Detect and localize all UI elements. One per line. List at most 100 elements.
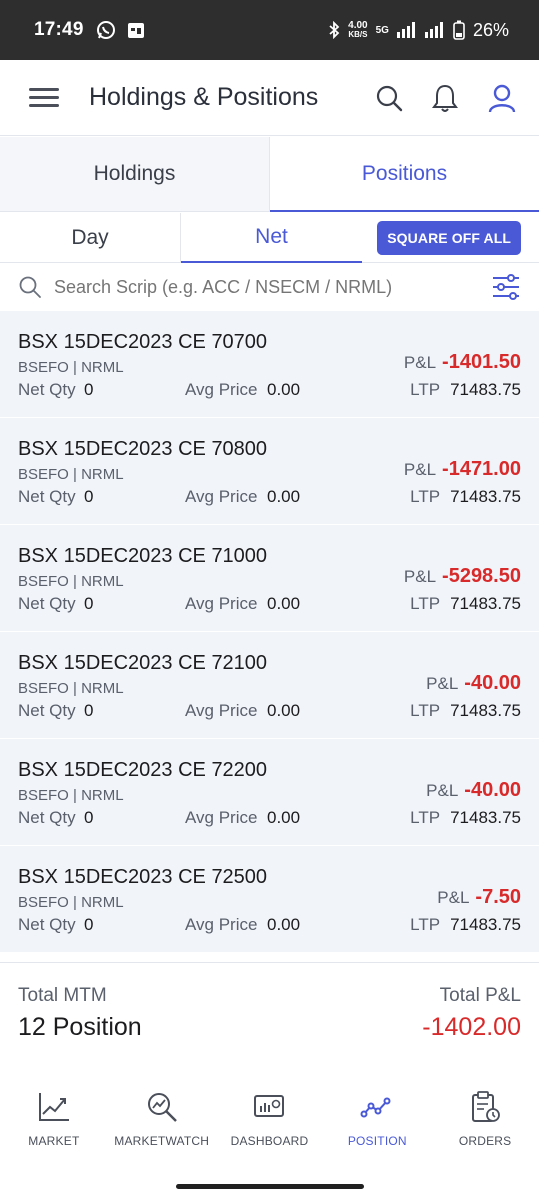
ltp-value: 71483.75 xyxy=(450,701,521,720)
ltp-value: 71483.75 xyxy=(450,915,521,934)
position-row[interactable]: BSX 15DEC2023 CE 72200 BSEFO | NRML Net … xyxy=(0,739,539,846)
search-icon[interactable] xyxy=(375,84,403,112)
net-qty-value: 0 xyxy=(84,594,94,613)
position-row[interactable]: BSX 15DEC2023 CE 70700 BSEFO | NRML Net … xyxy=(0,311,539,418)
status-time: 17:49 xyxy=(34,19,84,40)
ltp-value: 71483.75 xyxy=(450,594,521,613)
scrip-name: BSX 15DEC2023 CE 70800 xyxy=(18,438,268,460)
status-bar: 17:49 4.00 KB/S 5G 26% xyxy=(0,0,539,60)
ltp-label: LTP xyxy=(410,380,441,399)
calendar-icon xyxy=(127,23,144,38)
user-profile-icon[interactable] xyxy=(487,83,517,113)
pnl-label: P&L xyxy=(437,888,470,907)
exchange-product: BSEFO | NRML xyxy=(18,573,124,590)
bell-icon[interactable] xyxy=(431,83,459,113)
magnifier-chart-icon xyxy=(147,1093,177,1122)
pnl-label: P&L xyxy=(426,781,459,800)
avg-price-label: Avg Price xyxy=(185,915,258,934)
tab-positions[interactable]: Positions xyxy=(270,137,539,212)
total-mtm-label: Total MTM xyxy=(18,985,107,1006)
pnl-value: -1471.00 xyxy=(442,458,521,480)
nav-position-label: POSITION xyxy=(347,1134,407,1148)
whatsapp-icon xyxy=(96,21,115,39)
ltp-label: LTP xyxy=(410,594,441,613)
pnl-value: -40.00 xyxy=(464,672,521,694)
tab-holdings[interactable]: Holdings xyxy=(0,137,270,212)
bottom-navigation: MARKET MARKETWATCH DASHBOARD POSITION OR… xyxy=(0,1078,539,1178)
total-mtm-value: 12 Position xyxy=(18,1013,142,1041)
nav-orders[interactable]: ORDERS xyxy=(431,1078,539,1178)
positions-list: BSX 15DEC2023 CE 70700 BSEFO | NRML Net … xyxy=(0,311,539,953)
avg-price-value: 0.00 xyxy=(267,915,301,934)
pnl-label: P&L xyxy=(403,567,437,586)
avg-price-label: Avg Price xyxy=(185,487,258,506)
gesture-bar[interactable] xyxy=(176,1184,364,1189)
subtab-net[interactable]: Net xyxy=(181,213,362,263)
avg-price-value: 0.00 xyxy=(267,808,301,827)
ltp-label: LTP xyxy=(410,701,441,720)
network-type: 5G xyxy=(375,24,389,36)
filter-sliders-icon[interactable] xyxy=(491,273,521,301)
net-qty-value: 0 xyxy=(84,487,94,506)
nav-marketwatch[interactable]: MARKETWATCH xyxy=(108,1078,216,1178)
pnl-value: -40.00 xyxy=(464,779,521,801)
signal-icon xyxy=(396,22,415,38)
bluetooth-icon xyxy=(329,21,340,39)
avg-price-value: 0.00 xyxy=(267,380,301,399)
nav-market[interactable]: MARKET xyxy=(0,1078,108,1178)
position-row[interactable]: BSX 15DEC2023 CE 71000 BSEFO | NRML Net … xyxy=(0,525,539,632)
nav-market-label: MARKET xyxy=(28,1134,80,1148)
trend-chart-icon xyxy=(38,1093,69,1121)
net-qty-label: Net Qty xyxy=(18,594,76,613)
avg-price-label: Avg Price xyxy=(185,380,258,399)
net-qty-label: Net Qty xyxy=(18,487,76,506)
scrip-name: BSX 15DEC2023 CE 70700 xyxy=(18,331,268,353)
search-bar xyxy=(0,264,539,310)
total-pnl-value: -1402.00 xyxy=(422,1013,521,1041)
avg-price-value: 0.00 xyxy=(267,594,301,613)
scrip-name: BSX 15DEC2023 CE 72500 xyxy=(18,866,268,888)
net-qty-label: Net Qty xyxy=(18,701,76,720)
exchange-product: BSEFO | NRML xyxy=(18,680,124,697)
app-header: Holdings & Positions xyxy=(0,60,539,136)
positions-summary: Total MTM 12 Position Total P&L -1402.00 xyxy=(0,962,539,1058)
signal-icon-2 xyxy=(424,22,443,38)
total-pnl-label: Total P&L xyxy=(439,985,521,1006)
nav-dashboard-label: DASHBOARD xyxy=(230,1134,309,1148)
nav-dashboard[interactable]: DASHBOARD xyxy=(216,1078,324,1178)
page-title: Holdings & Positions xyxy=(89,83,319,111)
ltp-value: 71483.75 xyxy=(450,808,521,827)
scrip-name: BSX 15DEC2023 CE 72100 xyxy=(18,652,268,674)
main-tabs: Holdings Positions xyxy=(0,137,539,212)
avg-price-value: 0.00 xyxy=(267,701,301,720)
net-qty-value: 0 xyxy=(84,380,94,399)
avg-price-label: Avg Price xyxy=(185,594,258,613)
hamburger-menu-icon[interactable] xyxy=(29,83,59,112)
nav-position[interactable]: POSITION xyxy=(323,1078,431,1178)
ltp-value: 71483.75 xyxy=(450,487,521,506)
exchange-product: BSEFO | NRML xyxy=(18,359,124,376)
exchange-product: BSEFO | NRML xyxy=(18,787,124,804)
position-row[interactable]: BSX 15DEC2023 CE 72500 BSEFO | NRML Net … xyxy=(0,846,539,953)
net-speed-value: 4.00 xyxy=(348,20,368,31)
square-off-all-button[interactable]: SQUARE OFF ALL xyxy=(377,220,521,255)
exchange-product: BSEFO | NRML xyxy=(18,894,124,911)
clipboard-clock-icon xyxy=(472,1091,500,1122)
scrip-name: BSX 15DEC2023 CE 72200 xyxy=(18,759,268,781)
position-row[interactable]: BSX 15DEC2023 CE 72100 BSEFO | NRML Net … xyxy=(0,632,539,739)
nav-orders-label: ORDERS xyxy=(458,1134,512,1148)
pnl-value: -5298.50 xyxy=(442,565,521,587)
subtab-day[interactable]: Day xyxy=(0,212,181,263)
net-qty-label: Net Qty xyxy=(18,380,76,399)
battery-level: 26% xyxy=(472,19,509,40)
net-qty-label: Net Qty xyxy=(18,915,76,934)
search-input[interactable] xyxy=(54,276,464,298)
net-qty-value: 0 xyxy=(84,808,94,827)
dashboard-icon xyxy=(254,1095,285,1117)
battery-icon xyxy=(453,20,465,40)
avg-price-label: Avg Price xyxy=(185,808,258,827)
pnl-label: P&L xyxy=(426,674,459,693)
position-row[interactable]: BSX 15DEC2023 CE 70800 BSEFO | NRML Net … xyxy=(0,418,539,525)
ltp-value: 71483.75 xyxy=(450,380,521,399)
net-qty-value: 0 xyxy=(84,701,94,720)
